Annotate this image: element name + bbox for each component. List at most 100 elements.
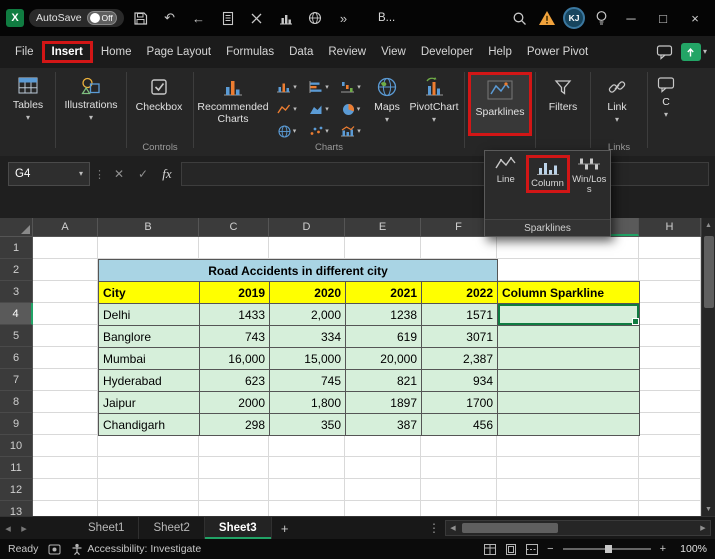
table-header-cell[interactable]: 2021	[345, 281, 422, 304]
ribbon-tab-formulas[interactable]: Formulas	[219, 41, 281, 63]
cell-A5[interactable]	[33, 325, 98, 347]
prev-sheet-icon[interactable]: ◂	[0, 522, 16, 535]
ribbon-tab-file[interactable]: File	[8, 41, 41, 63]
cell-F12[interactable]	[421, 479, 497, 501]
cell-A13[interactable]	[33, 501, 98, 516]
column-header-H[interactable]: H	[639, 218, 701, 236]
sparkline-cell[interactable]	[497, 303, 640, 326]
sparklines-button[interactable]: Sparklines	[471, 75, 529, 133]
sheet-tab-sheet3[interactable]: Sheet3	[204, 517, 272, 539]
cell-G1[interactable]	[497, 237, 639, 259]
sheet-tab-sheet2[interactable]: Sheet2	[139, 517, 205, 539]
cell-C1[interactable]	[199, 237, 269, 259]
column-header-B[interactable]: B	[98, 218, 199, 236]
table-cell[interactable]: 934	[421, 369, 498, 392]
cell-H6[interactable]	[639, 347, 701, 369]
autosave-switch[interactable]: Off	[86, 11, 117, 25]
autosave-toggle[interactable]: AutoSave Off	[29, 9, 124, 27]
cell-A2[interactable]	[33, 259, 98, 281]
cell-E1[interactable]	[345, 237, 421, 259]
cell-G12[interactable]	[497, 479, 639, 501]
recommended-charts-button[interactable]: Recommended Charts	[197, 72, 269, 127]
enter-button[interactable]: ✓	[133, 167, 153, 181]
cell-H8[interactable]	[639, 391, 701, 413]
account-avatar[interactable]: KJ	[563, 7, 585, 29]
sparkline-cell[interactable]	[497, 347, 640, 370]
table-cell[interactable]: 298	[199, 413, 270, 436]
cell-D1[interactable]	[269, 237, 345, 259]
tell-me-button[interactable]	[589, 5, 613, 31]
ribbon-tab-data[interactable]: Data	[282, 41, 320, 63]
sparkline-line-item[interactable]: Line	[488, 155, 524, 185]
cell-A6[interactable]	[33, 347, 98, 369]
cell-A3[interactable]	[33, 281, 98, 303]
zoom-level[interactable]: 100%	[675, 543, 707, 555]
name-box[interactable]: G4 ▾	[8, 162, 90, 186]
cell-H9[interactable]	[639, 413, 701, 435]
pie-chart-button[interactable]: ▾	[335, 98, 367, 120]
minimize-button[interactable]: ─	[617, 3, 645, 33]
cell-E12[interactable]	[345, 479, 421, 501]
ribbon-tab-home[interactable]: Home	[94, 41, 139, 63]
cell-F1[interactable]	[421, 237, 497, 259]
insert-function-button[interactable]: fx	[157, 166, 177, 182]
cancel-button[interactable]: ✕	[109, 167, 129, 181]
table-cell[interactable]: 1433	[199, 303, 270, 326]
zoom-slider[interactable]	[562, 545, 651, 553]
table-cell[interactable]: 2,000	[269, 303, 346, 326]
cell-F10[interactable]	[421, 435, 497, 457]
column-header-E[interactable]: E	[345, 218, 421, 236]
cell-B10[interactable]	[98, 435, 199, 457]
cell-H13[interactable]	[639, 501, 701, 516]
map-chart-button[interactable]: ▾	[271, 120, 303, 142]
cell-H4[interactable]	[639, 303, 701, 325]
cell-C11[interactable]	[199, 457, 269, 479]
row-header-9[interactable]: 9	[0, 413, 33, 435]
cell-A10[interactable]	[33, 435, 98, 457]
row-header-11[interactable]: 11	[0, 457, 33, 479]
table-cell[interactable]: 1700	[421, 391, 498, 414]
share-button[interactable]: ▾	[680, 43, 707, 61]
cell-F13[interactable]	[421, 501, 497, 516]
cell-C12[interactable]	[199, 479, 269, 501]
scroll-left-icon[interactable]: ◀	[446, 524, 460, 532]
next-sheet-icon[interactable]: ▸	[16, 522, 32, 535]
cell-A1[interactable]	[33, 237, 98, 259]
comment-ribbon-button[interactable]: C ▾	[651, 72, 681, 121]
sparkline-column-item[interactable]: Column	[530, 159, 566, 189]
table-cell[interactable]: 623	[199, 369, 270, 392]
cell-D13[interactable]	[269, 501, 345, 516]
row-header-7[interactable]: 7	[0, 369, 33, 391]
formula-bar-grip-icon[interactable]: ⋮	[94, 168, 105, 181]
cell-H2[interactable]	[639, 259, 701, 281]
row-header-6[interactable]: 6	[0, 347, 33, 369]
zoom-in-button[interactable]: +	[660, 543, 666, 555]
accessibility-status[interactable]: Accessibility: Investigate	[71, 543, 201, 555]
cell-G10[interactable]	[497, 435, 639, 457]
link-button[interactable]: Link ▾	[594, 72, 640, 126]
table-cell[interactable]: Jaipur	[98, 391, 200, 414]
ribbon-tab-review[interactable]: Review	[321, 41, 373, 63]
page-layout-view-button[interactable]	[505, 543, 517, 555]
table-cell[interactable]: 350	[269, 413, 346, 436]
vertical-scrollbar[interactable]: ▲ ▼	[701, 218, 715, 516]
cell-A8[interactable]	[33, 391, 98, 413]
sparkline-cell[interactable]	[497, 413, 640, 436]
table-cell[interactable]: 456	[421, 413, 498, 436]
cell-C10[interactable]	[199, 435, 269, 457]
zoom-slider-knob[interactable]	[604, 545, 612, 553]
waterfall-chart-button[interactable]: ▾	[335, 76, 367, 98]
row-header-1[interactable]: 1	[0, 237, 33, 259]
cell-A12[interactable]	[33, 479, 98, 501]
cell-E13[interactable]	[345, 501, 421, 516]
table-cell[interactable]: 2000	[199, 391, 270, 414]
ribbon-tab-developer[interactable]: Developer	[414, 41, 480, 63]
cell-H1[interactable]	[639, 237, 701, 259]
cell-G13[interactable]	[497, 501, 639, 516]
ribbon-tab-power-pivot[interactable]: Power Pivot	[520, 41, 595, 63]
chart-button[interactable]	[274, 5, 298, 31]
scroll-down-icon[interactable]: ▼	[702, 502, 715, 516]
cell-B11[interactable]	[98, 457, 199, 479]
cell-A9[interactable]	[33, 413, 98, 435]
bar-chart-button[interactable]: ▾	[303, 76, 335, 98]
